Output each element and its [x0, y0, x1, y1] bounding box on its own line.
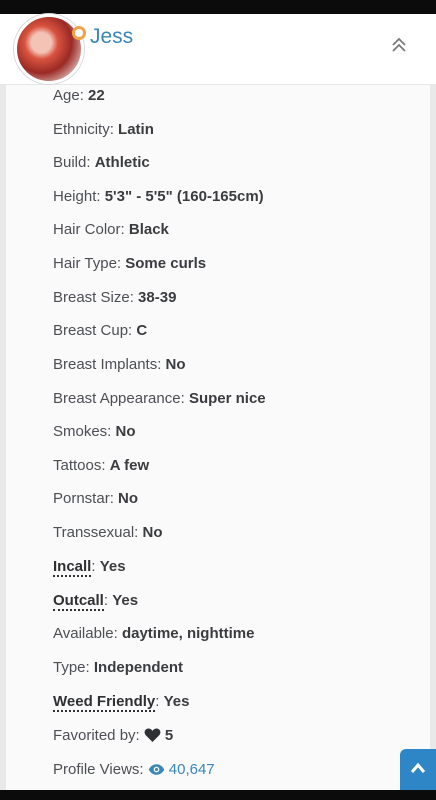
detail-label: Hair Type: — [53, 255, 126, 272]
detail-value: 5 — [164, 727, 174, 744]
detail-breast-size: Breast Size: 38-39 — [53, 289, 176, 306]
outcall-tooltip-label[interactable]: Outcall — [53, 592, 104, 611]
detail-weed-friendly: Weed Friendly: Yes — [53, 693, 190, 712]
detail-pornstar: Pornstar: No — [53, 490, 138, 507]
detail-value: Black — [128, 221, 169, 238]
detail-label: Profile Views: — [53, 761, 148, 778]
detail-breast-implants: Breast Implants: No — [53, 356, 186, 373]
profile-views-count: 40,647 — [168, 761, 215, 778]
detail-value: A few — [109, 457, 150, 474]
status-bar — [0, 0, 436, 14]
detail-available: Available: daytime, nighttime — [53, 625, 254, 642]
detail-label: Breast Implants: — [53, 356, 166, 373]
detail-age: Age: 22 — [53, 87, 105, 104]
detail-value: No — [115, 423, 136, 440]
detail-outcall: Outcall: Yes — [53, 592, 139, 611]
chevron-double-up-icon[interactable] — [390, 36, 408, 54]
detail-value: 5'3" - 5'5" (160-165cm) — [104, 188, 264, 205]
detail-ethnicity: Ethnicity: Latin — [53, 121, 154, 138]
detail-label: Transsexual: — [53, 524, 143, 541]
detail-tattoos: Tattoos: A few — [53, 457, 149, 474]
detail-value: daytime, nighttime — [121, 625, 255, 642]
detail-label: Favorited by: — [53, 727, 144, 744]
detail-value: No — [118, 490, 139, 507]
detail-favorited: Favorited by: 5 — [53, 727, 173, 744]
detail-value: 22 — [88, 87, 105, 104]
detail-label: Type: — [53, 659, 94, 676]
detail-value: Athletic — [94, 154, 150, 171]
detail-value: Independent — [93, 659, 184, 676]
detail-height: Height: 5'3" - 5'5" (160-165cm) — [53, 188, 264, 205]
profile-name[interactable]: Jess — [90, 25, 133, 49]
detail-value: Super nice — [188, 390, 266, 407]
profile-header: Jess — [0, 14, 436, 85]
detail-label: Age: — [53, 87, 89, 104]
detail-value: Latin — [118, 121, 154, 138]
detail-value: No — [142, 524, 163, 541]
detail-value: Yes — [112, 592, 139, 609]
detail-label: Available: — [53, 625, 122, 642]
detail-smokes: Smokes: No — [53, 423, 136, 440]
detail-label: Breast Cup: — [53, 322, 137, 339]
detail-label: Breast Size: — [53, 289, 139, 306]
detail-value: Yes — [99, 558, 126, 575]
scroll-to-top-button[interactable] — [400, 749, 436, 791]
avatar[interactable] — [14, 14, 84, 84]
detail-breast-appearance: Breast Appearance: Super nice — [53, 390, 266, 407]
eye-icon — [148, 764, 165, 775]
detail-incall: Incall: Yes — [53, 558, 126, 577]
navigation-bar — [0, 790, 436, 800]
detail-value: C — [136, 322, 148, 339]
profile-views-link[interactable]: 40,647 — [148, 761, 215, 778]
heart-icon — [144, 728, 161, 742]
detail-label: Hair Color: — [53, 221, 129, 238]
detail-transsexual: Transsexual: No — [53, 524, 162, 541]
detail-label: Height: — [53, 188, 105, 205]
detail-label: Smokes: — [53, 423, 116, 440]
incall-tooltip-label[interactable]: Incall — [53, 558, 92, 577]
detail-label: Tattoos: — [53, 457, 110, 474]
detail-profile-views: Profile Views: 40,647 — [53, 761, 215, 778]
detail-value: No — [165, 356, 186, 373]
detail-hair-type: Hair Type: Some curls — [53, 255, 206, 272]
detail-build: Build: Athletic — [53, 154, 150, 171]
chevron-up-icon — [410, 762, 426, 773]
detail-hair-color: Hair Color: Black — [53, 221, 169, 238]
status-badge — [72, 26, 86, 40]
detail-label: Build: — [53, 154, 95, 171]
detail-breast-cup: Breast Cup: C — [53, 322, 147, 339]
detail-value: Yes — [163, 693, 190, 710]
detail-value: Some curls — [125, 255, 207, 272]
detail-label: Ethnicity: — [53, 121, 119, 138]
weed-friendly-tooltip-label[interactable]: Weed Friendly — [53, 693, 156, 712]
detail-label: Breast Appearance: — [53, 390, 189, 407]
detail-type: Type: Independent — [53, 659, 183, 676]
detail-value: 38-39 — [138, 289, 177, 306]
detail-label: Pornstar: — [53, 490, 119, 507]
